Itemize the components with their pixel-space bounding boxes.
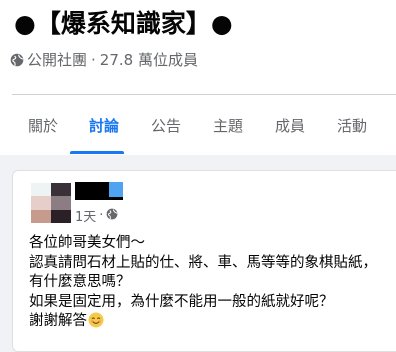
tab-events[interactable]: 活動: [337, 115, 367, 136]
group-member-count[interactable]: 27.8 萬位成員: [100, 49, 198, 70]
time-separator: ·: [99, 208, 104, 223]
tab-members[interactable]: 成員: [275, 115, 305, 136]
group-privacy: 公開社團: [27, 51, 88, 69]
post-line: 如果是固定用，為什麼不能用一般的紙就好呢？: [29, 293, 334, 310]
tab-announcements[interactable]: 公告: [151, 115, 181, 136]
group-meta: 公開社團 · 27.8 萬位成員: [10, 49, 198, 70]
author-badge: [109, 182, 123, 197]
post-body: 各位帥哥美女們～ 認真請問石材上貼的仕、將、車、馬等等的象棋貼紙， 有什麼意思嗎…: [29, 234, 396, 335]
group-title[interactable]: ●【爆系知識家】●: [14, 4, 233, 40]
tab-topics[interactable]: 主題: [213, 115, 243, 136]
post-timestamp[interactable]: 1天 ·: [75, 206, 118, 225]
post-line: 有什麼意思嗎？: [29, 274, 131, 290]
globe-icon: [10, 53, 24, 67]
avatar[interactable]: [31, 183, 71, 223]
active-tab-indicator: [70, 151, 124, 154]
post-line: 各位帥哥美女們～: [29, 235, 145, 251]
post-time[interactable]: 1天: [75, 206, 96, 225]
post-card: 1天 · 各位帥哥美女們～ 認真請問石材上貼的仕、將、車、馬等等的象棋貼紙， 有…: [12, 170, 396, 352]
group-tabs: 關於 討論 公告 主題 成員 活動: [0, 95, 396, 155]
smiling-face-icon: [88, 312, 104, 335]
globe-icon: [106, 208, 118, 224]
meta-separator: ·: [91, 50, 96, 69]
tab-about[interactable]: 關於: [28, 115, 58, 136]
group-header: ●【爆系知識家】● 公開社團 · 27.8 萬位成員 關於 討論 公告 主題 成…: [0, 0, 396, 155]
post-line: 認真請問石材上貼的仕、將、車、馬等等的象棋貼紙，: [29, 254, 377, 271]
post-line: 謝謝解答: [29, 313, 87, 329]
post-line-last: 謝謝解答: [29, 312, 396, 335]
tab-discussion[interactable]: 討論: [89, 115, 119, 136]
